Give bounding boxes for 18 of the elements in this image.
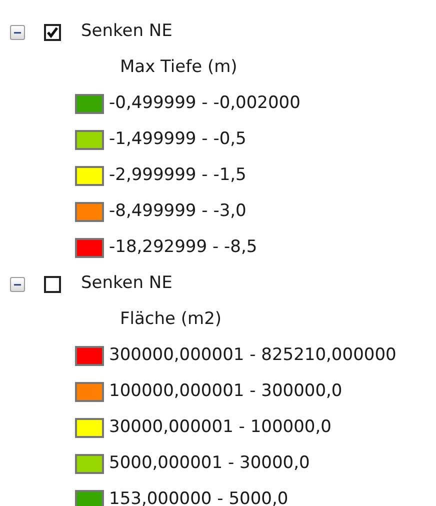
collapse-icon[interactable] — [10, 276, 25, 292]
class-label: -1,499999 - -0,5 — [109, 128, 246, 152]
class-label: 300000,000001 - 825210,000000 — [109, 344, 396, 368]
class-label: 30000,000001 - 100000,0 — [109, 416, 332, 440]
layer-name[interactable]: Senken NE — [81, 271, 172, 297]
layer-checkbox[interactable] — [44, 24, 61, 40]
class-label: 153,000000 - 5000,0 — [109, 488, 288, 506]
collapse-icon[interactable] — [10, 24, 25, 40]
class-label: 5000,000001 - 30000,0 — [109, 452, 310, 476]
class-label: -18,292999 - -8,5 — [109, 236, 258, 260]
class-label: 100000,000001 - 300000,0 — [109, 380, 342, 404]
layer-name[interactable]: Senken NE — [81, 19, 172, 45]
class-label: -0,499999 - -0,002000 — [109, 92, 300, 116]
class-label: -8,499999 - -3,0 — [109, 200, 246, 224]
field-heading: Max Tiefe (m) — [120, 56, 238, 80]
field-heading: Fläche (m2) — [120, 308, 222, 332]
layer-checkbox[interactable] — [44, 276, 61, 292]
class-label: -2,999999 - -1,5 — [109, 164, 246, 188]
